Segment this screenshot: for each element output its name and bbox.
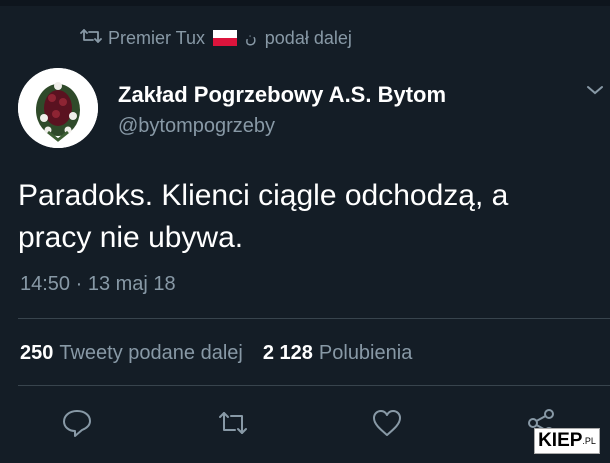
retweet-icon <box>219 412 247 434</box>
funeral-wreath-icon <box>18 68 98 148</box>
poland-flag-icon <box>213 30 238 46</box>
tweet-stats: 250 Tweety podane dalej 2 128 Polubienia <box>20 342 412 365</box>
author-name[interactable]: Zakład Pogrzebowy A.S. Bytom <box>118 82 446 108</box>
top-edge <box>0 0 610 6</box>
retweet-count[interactable]: 250 <box>20 342 53 365</box>
tweet-text: Paradoks. Klienci ciągle odchodzą, a pra… <box>18 175 598 259</box>
heart-icon <box>373 410 401 436</box>
like-count-label[interactable]: Polubienia <box>319 342 412 365</box>
ornament-icon: ن <box>245 30 257 47</box>
watermark-text: KIEP <box>538 430 583 451</box>
retweet-label: podał dalej <box>264 27 352 48</box>
like-button[interactable] <box>370 406 404 440</box>
retweet-count-label[interactable]: Tweety podane dalej <box>59 342 242 365</box>
divider <box>18 318 610 319</box>
divider <box>18 385 610 386</box>
like-count[interactable]: 2 128 <box>263 342 313 365</box>
tweet-text-line: pracy nie ubywa. <box>18 221 244 254</box>
tweet-text-line: Paradoks. Klienci ciągle odchodzą, a <box>18 179 509 212</box>
retweet-context[interactable]: Premier Tux ن podał dalej <box>80 26 352 50</box>
reply-button[interactable] <box>60 406 94 440</box>
watermark-suffix: .PL <box>582 436 596 446</box>
avatar[interactable] <box>18 68 98 148</box>
retweet-icon <box>80 27 102 50</box>
chevron-down-icon[interactable] <box>584 82 606 98</box>
retweet-button[interactable] <box>216 406 250 440</box>
tweet-timestamp[interactable]: 14:50 · 13 maj 18 <box>20 273 176 296</box>
retweeter-name[interactable]: Premier Tux <box>108 28 205 49</box>
reply-icon <box>63 410 91 437</box>
site-watermark: KIEP .PL <box>534 428 600 454</box>
author-handle[interactable]: @bytompogrzeby <box>118 115 275 138</box>
